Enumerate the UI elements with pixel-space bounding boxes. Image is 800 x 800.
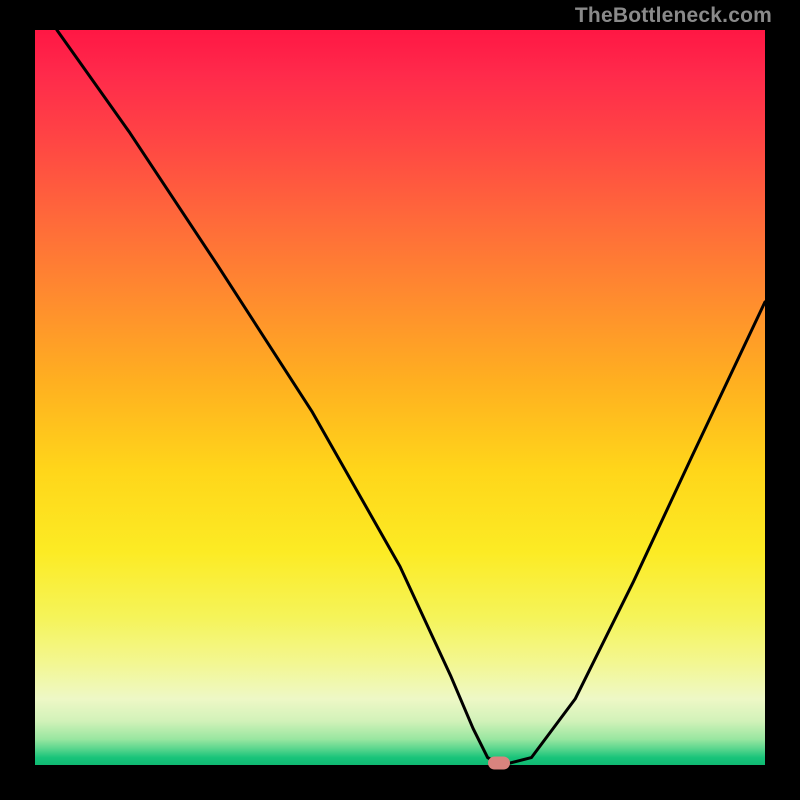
plot-area bbox=[35, 30, 765, 765]
watermark-text: TheBottleneck.com bbox=[575, 4, 772, 28]
optimal-point-marker bbox=[488, 756, 510, 769]
chart-container: TheBottleneck.com bbox=[0, 0, 800, 800]
bottleneck-curve bbox=[35, 30, 765, 765]
